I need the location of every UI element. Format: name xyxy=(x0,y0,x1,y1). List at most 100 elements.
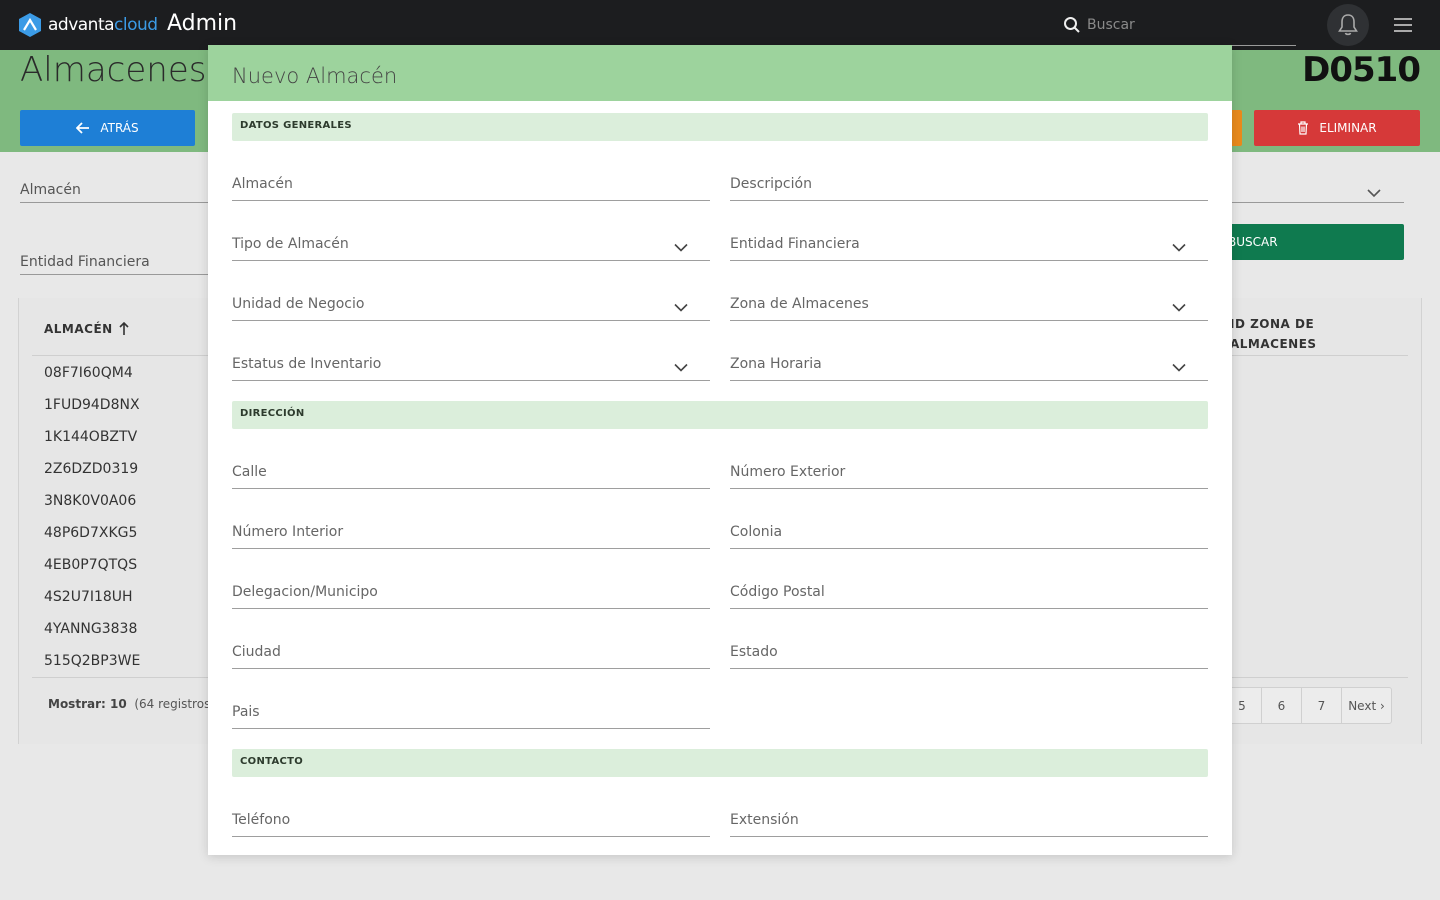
search-input[interactable] xyxy=(1087,12,1287,38)
tipo-almacen-select[interactable]: Tipo de Almacén xyxy=(232,231,710,261)
zona-horaria-label: Zona Horaria xyxy=(730,356,822,372)
ciudad-field[interactable]: Ciudad xyxy=(232,639,710,669)
pais-field-label: Pais xyxy=(232,704,260,720)
table-row[interactable]: 48P6D7XKG5 xyxy=(44,525,137,541)
numero-interior-field[interactable]: Número Interior xyxy=(232,519,710,549)
chevron-down-icon xyxy=(1367,189,1381,198)
sort-up-icon xyxy=(119,322,129,335)
column-header-zona-line2: ALMACENES xyxy=(1230,337,1317,351)
search-icon xyxy=(1064,17,1080,33)
new-warehouse-modal: Nuevo Almacén DATOS GENERALES Almacén De… xyxy=(208,45,1232,855)
table-row[interactable]: 4YANNG3838 xyxy=(44,621,137,637)
codigo-postal-field[interactable]: Código Postal xyxy=(730,579,1208,609)
section-direccion: DIRECCIÓN xyxy=(232,401,1208,429)
section-datos-generales: DATOS GENERALES xyxy=(232,113,1208,141)
estatus-inventario-select[interactable]: Estatus de Inventario xyxy=(232,351,710,381)
advanta-logo-icon xyxy=(19,13,41,37)
filter-select-line[interactable] xyxy=(1232,202,1404,203)
logo-text: advantacloud xyxy=(48,15,158,35)
table-row[interactable]: 08F7I60QM4 xyxy=(44,365,133,381)
pais-field[interactable]: Pais xyxy=(232,699,710,729)
notifications-button[interactable] xyxy=(1327,4,1369,46)
delegacion-field[interactable]: Delegacion/Municipo xyxy=(232,579,710,609)
page-size-info: Mostrar: 10 (64 registros e xyxy=(48,697,222,711)
telefono-field-label: Teléfono xyxy=(232,812,291,828)
chevron-down-icon xyxy=(674,303,688,312)
modal-title: Nuevo Almacén xyxy=(232,64,398,88)
footer-divider xyxy=(1232,677,1408,678)
pagination: 5 6 7 Next › xyxy=(1222,687,1392,724)
next-page-button[interactable]: Next › xyxy=(1342,688,1391,723)
bell-icon xyxy=(1338,14,1358,36)
search-button-label: BUSCAR xyxy=(1228,235,1278,249)
descripcion-field-label: Descripción xyxy=(730,176,812,192)
entidad-financiera-label: Entidad Financiera xyxy=(730,236,860,252)
table-row[interactable]: 4EB0P7QTQS xyxy=(44,557,137,573)
table-row[interactable]: 2Z6DZD0319 xyxy=(44,461,138,477)
page-button[interactable]: 7 xyxy=(1302,688,1342,723)
section-contacto-label: CONTACTO xyxy=(240,756,304,767)
numero-interior-field-label: Número Interior xyxy=(232,524,344,540)
table-row[interactable]: 1K144OBZTV xyxy=(44,429,137,445)
estado-field[interactable]: Estado xyxy=(730,639,1208,669)
zona-almacenes-label: Zona de Almacenes xyxy=(730,296,869,312)
filter-entidad-line[interactable] xyxy=(20,274,208,275)
ciudad-field-label: Ciudad xyxy=(232,644,281,660)
almacen-field-label: Almacén xyxy=(232,176,293,192)
filter-entidad-label: Entidad Financiera xyxy=(20,254,150,270)
calle-field[interactable]: Calle xyxy=(232,459,710,489)
table-row[interactable]: 3N8K0V0A06 xyxy=(44,493,136,509)
calle-field-label: Calle xyxy=(232,464,267,480)
header-divider xyxy=(32,355,208,356)
descripcion-field[interactable]: Descripción xyxy=(730,171,1208,201)
extension-field-label: Extensión xyxy=(730,812,799,828)
estado-field-label: Estado xyxy=(730,644,778,660)
search-button[interactable]: BUSCAR xyxy=(1222,224,1404,260)
section-datos-generales-label: DATOS GENERALES xyxy=(240,120,352,131)
delete-button-label: ELIMINAR xyxy=(1319,121,1377,135)
trash-icon xyxy=(1298,121,1309,135)
table-row[interactable]: 1FUD94D8NX xyxy=(44,397,140,413)
back-button-label: ATRÁS xyxy=(100,121,139,135)
tipo-almacen-label: Tipo de Almacén xyxy=(232,236,349,252)
column-header-zona[interactable]: ID ZONA DE ALMACENES xyxy=(1230,314,1350,354)
column-header-almacen[interactable]: ALMACÉN xyxy=(44,322,129,336)
colonia-field[interactable]: Colonia xyxy=(730,519,1208,549)
delegacion-field-label: Delegacion/Municipo xyxy=(232,584,378,600)
page-size-select[interactable]: Mostrar: 10 xyxy=(48,697,127,711)
section-direccion-label: DIRECCIÓN xyxy=(240,408,305,419)
chevron-down-icon xyxy=(1172,363,1186,372)
column-header-zona-line1: ID ZONA DE xyxy=(1230,317,1315,331)
header-divider xyxy=(1232,355,1408,356)
zona-horaria-select[interactable]: Zona Horaria xyxy=(730,351,1208,381)
delete-button[interactable]: ELIMINAR xyxy=(1254,110,1420,146)
unidad-negocio-label: Unidad de Negocio xyxy=(232,296,365,312)
hamburger-menu-icon[interactable] xyxy=(1394,18,1414,34)
app-name: Admin xyxy=(167,11,238,36)
table-row[interactable]: 515Q2BP3WE xyxy=(44,653,140,669)
numero-exterior-field[interactable]: Número Exterior xyxy=(730,459,1208,489)
extension-field[interactable]: Extensión xyxy=(730,807,1208,837)
footer-divider xyxy=(32,677,208,678)
filter-almacen-label: Almacén xyxy=(20,182,81,198)
filter-almacen-line[interactable] xyxy=(20,202,208,203)
section-contacto: CONTACTO xyxy=(232,749,1208,777)
back-button[interactable]: ATRÁS xyxy=(20,110,195,146)
almacen-field[interactable]: Almacén xyxy=(232,171,710,201)
page-button[interactable]: 6 xyxy=(1262,688,1302,723)
numero-exterior-field-label: Número Exterior xyxy=(730,464,846,480)
page-title: Almacenes xyxy=(20,50,207,90)
column-header-almacen-label: ALMACÉN xyxy=(44,322,113,336)
entidad-financiera-select[interactable]: Entidad Financiera xyxy=(730,231,1208,261)
logo[interactable]: advantacloud xyxy=(16,10,158,40)
unidad-negocio-select[interactable]: Unidad de Negocio xyxy=(232,291,710,321)
telefono-field[interactable]: Teléfono xyxy=(232,807,710,837)
estatus-inventario-label: Estatus de Inventario xyxy=(232,356,382,372)
global-search xyxy=(1055,8,1296,46)
table-row[interactable]: 4S2U7I18UH xyxy=(44,589,133,605)
chevron-down-icon xyxy=(1172,303,1186,312)
codigo-postal-field-label: Código Postal xyxy=(730,584,825,600)
page-code: D0510 xyxy=(1302,50,1421,90)
chevron-down-icon xyxy=(674,243,688,252)
zona-almacenes-select[interactable]: Zona de Almacenes xyxy=(730,291,1208,321)
